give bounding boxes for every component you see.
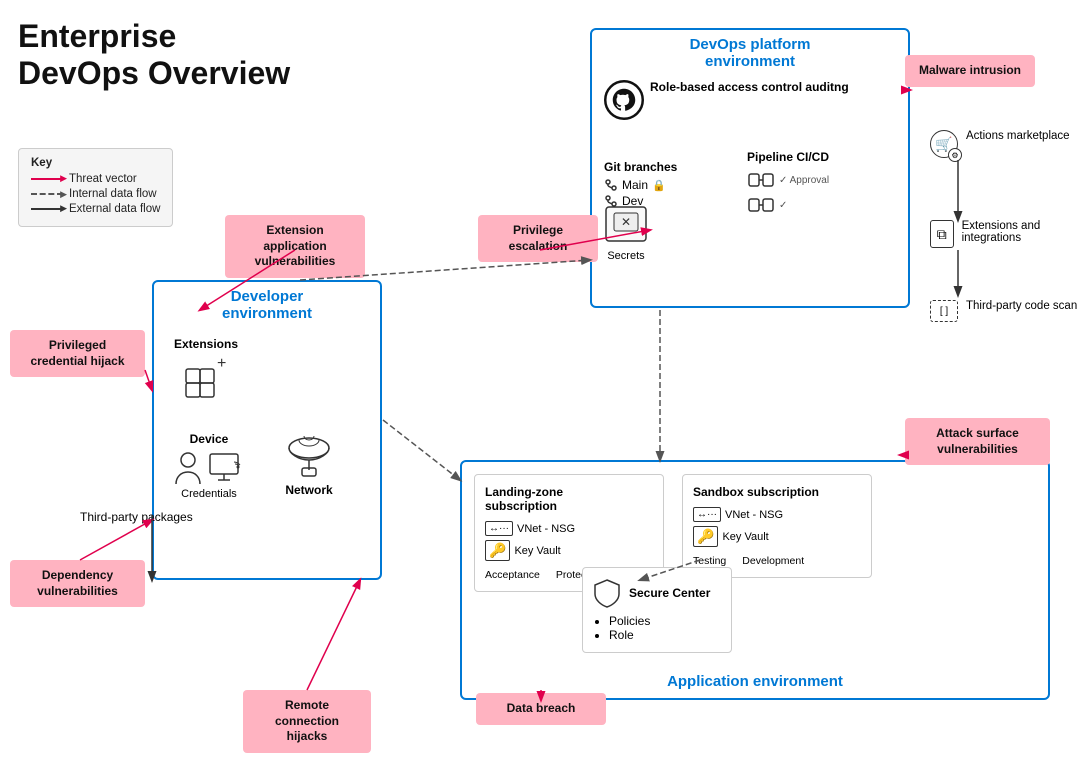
threat-dependency-vuln: Dependency vulnerabilities [10, 560, 145, 607]
threat-extension-app-vuln: Extension application vulnerabilities [225, 215, 365, 278]
credentials-label: Credentials [174, 488, 244, 500]
sandbox-title: Sandbox subscription [693, 485, 861, 499]
page-title: Enterprise DevOps Overview [18, 18, 290, 92]
pipeline-icons-2: ✓ [747, 195, 787, 215]
svg-text:+: + [217, 355, 226, 372]
secure-center-role: Role [609, 628, 721, 642]
key-box: Key ▶ Threat vector ▶ Internal data flow… [18, 148, 173, 227]
secrets-box: ✕ Secrets [604, 205, 648, 262]
device-section: Device Credentials [174, 432, 244, 500]
extensions-integrations: ⧉ Extensions and integrations [930, 220, 1079, 248]
secure-center-list: Policies Role [593, 614, 721, 642]
secure-center-header: Secure Center [593, 578, 721, 608]
rbac-label: Role-based access control auditng [650, 80, 849, 96]
secure-center-box: Secure Center Policies Role [582, 567, 732, 653]
threat-privileged-credential: Privileged credential hijack [10, 330, 145, 377]
sandbox-tags: Testing Development [693, 555, 861, 567]
key-external-label: External data flow [69, 203, 160, 215]
application-env-label: Application environment [462, 673, 1048, 690]
network-section: Network [284, 432, 334, 497]
third-party-packages: Third-party packages [80, 510, 193, 524]
threat-privilege-escalation: Privilege escalation [478, 215, 598, 262]
devops-env-label: DevOps platformenvironment [592, 36, 908, 70]
diagram-container: Enterprise DevOps Overview Key ▶ Threat … [0, 0, 1079, 779]
ext-int-icon: ⧉ [930, 220, 954, 248]
key-external-item: ▶ External data flow [31, 203, 160, 215]
extensions-label: Extensions [174, 337, 238, 351]
secure-center-policies: Policies [609, 614, 721, 628]
devops-environment-box: DevOps platformenvironment Role-based ac… [590, 28, 910, 308]
device-label: Device [174, 432, 244, 446]
key-threat-item: ▶ Threat vector [31, 173, 160, 185]
key-internal-label: Internal data flow [69, 188, 157, 200]
title-area: Enterprise DevOps Overview [18, 18, 290, 92]
threat-malware-intrusion: Malware intrusion [905, 55, 1035, 87]
application-environment-box: Application environment Landing-zonesubs… [460, 460, 1050, 700]
threat-remote-connection: Remote connection hijacks [243, 690, 371, 753]
github-icon [604, 80, 644, 125]
landing-zone-title: Landing-zonesubscription [485, 485, 653, 513]
developer-environment-box: Developerenvironment Extensions + Device [152, 280, 382, 580]
threat-attack-surface: Attack surface vulnerabilities [905, 418, 1050, 465]
pipeline-label: Pipeline CI/CD [747, 150, 829, 164]
third-party-scan: [ ] Third-party code scan [930, 300, 1077, 322]
actions-label: Actions marketplace [966, 130, 1070, 142]
key-title: Key [31, 157, 160, 169]
network-label: Network [284, 483, 334, 497]
actions-marketplace: 🛒 ⚙ Actions marketplace [930, 130, 1070, 158]
git-branches: Git branches Main 🔒 Dev [604, 160, 677, 210]
secure-center-title: Secure Center [629, 586, 710, 600]
third-party-scan-label: Third-party code scan [966, 300, 1077, 312]
sandbox-vnet: ↔··· VNet - NSG [693, 507, 861, 522]
extensions-integrations-label: Extensions and integrations [962, 220, 1079, 244]
branch-main: Main 🔒 [604, 178, 677, 192]
scan-icon: [ ] [930, 300, 958, 322]
device-icons [174, 450, 244, 486]
sandbox-box: Sandbox subscription ↔··· VNet - NSG 🔑 K… [682, 474, 872, 578]
landing-vnet: ↔··· VNet - NSG [485, 521, 653, 536]
threat-data-breach: Data breach [476, 693, 606, 725]
key-internal-item: ▶ Internal data flow [31, 188, 160, 200]
svg-text:✕: ✕ [621, 215, 631, 229]
git-label: Git branches [604, 160, 677, 174]
pipeline-icons: ✓ Approval [747, 170, 829, 190]
actions-icon: 🛒 ⚙ [930, 130, 958, 158]
developer-env-label: Developerenvironment [154, 288, 380, 322]
extensions-section: Extensions + [174, 337, 238, 404]
landing-keyvault: 🔑 Key Vault [485, 540, 653, 561]
key-threat-label: Threat vector [69, 173, 137, 185]
lock-icon: 🔒 [652, 179, 666, 192]
secrets-label: Secrets [604, 250, 648, 262]
sandbox-keyvault: 🔑 Key Vault [693, 526, 861, 547]
